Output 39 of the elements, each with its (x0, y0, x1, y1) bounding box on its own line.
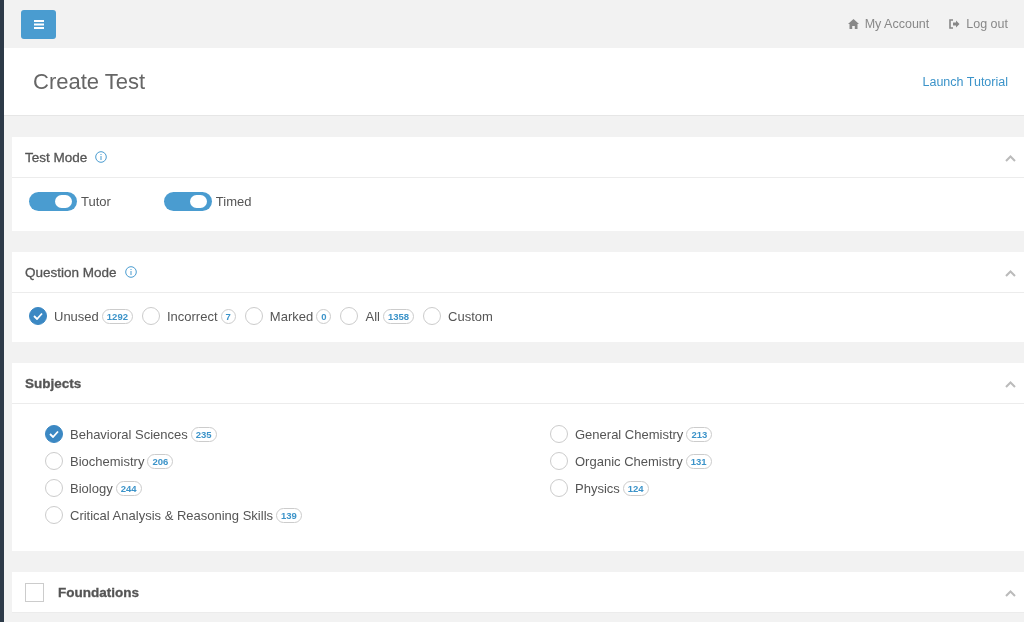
panel-title: Question Mode (25, 264, 117, 280)
chevron-up-icon[interactable] (1005, 269, 1016, 277)
toggle-label: Tutor (81, 194, 111, 209)
subject-label: Biochemistry (70, 453, 145, 469)
subject-label: Organic Chemistry (575, 453, 683, 469)
logout-icon (949, 19, 961, 29)
panel-title: Subjects (25, 375, 82, 391)
panel-title: Test Mode (25, 149, 88, 165)
check-icon (49, 430, 59, 438)
my-account-link[interactable]: My Account (847, 17, 930, 31)
info-icon[interactable] (95, 151, 108, 163)
chevron-up-icon[interactable] (1005, 589, 1016, 597)
checkbox[interactable] (25, 582, 44, 602)
subject-label: Behavioral Sciences (70, 426, 188, 442)
menu-button[interactable] (21, 9, 56, 39)
check-icon (33, 312, 43, 320)
info-icon[interactable] (124, 266, 137, 278)
subject-checkbox[interactable] (45, 425, 63, 443)
option-label: All (365, 308, 380, 324)
option-label: Incorrect (166, 308, 218, 324)
subject-label: Biology (70, 480, 113, 496)
option-label: Marked (269, 308, 314, 324)
subject-label: Physics (575, 480, 620, 496)
home-icon (847, 19, 859, 29)
subject-label: General Chemistry (575, 426, 684, 442)
menu-icon (33, 19, 44, 29)
subject-label: Critical Analysis & Reasoning Skills (70, 507, 274, 523)
toggle-switch[interactable] (163, 192, 212, 211)
panel-title: Foundations (58, 584, 139, 600)
chevron-up-icon[interactable] (1005, 380, 1016, 388)
option-label: Unused (54, 308, 99, 324)
chevron-up-icon[interactable] (1005, 154, 1016, 162)
radio-button[interactable] (29, 307, 47, 325)
toggle-switch[interactable] (29, 192, 77, 211)
option-label: Custom (448, 308, 493, 324)
launch-tutorial-link[interactable]: Launch Tutorial (922, 74, 1008, 89)
toggle-label: Timed (215, 194, 252, 209)
log-out-link[interactable]: Log out (949, 17, 1008, 31)
page-title: Create Test (33, 68, 146, 95)
